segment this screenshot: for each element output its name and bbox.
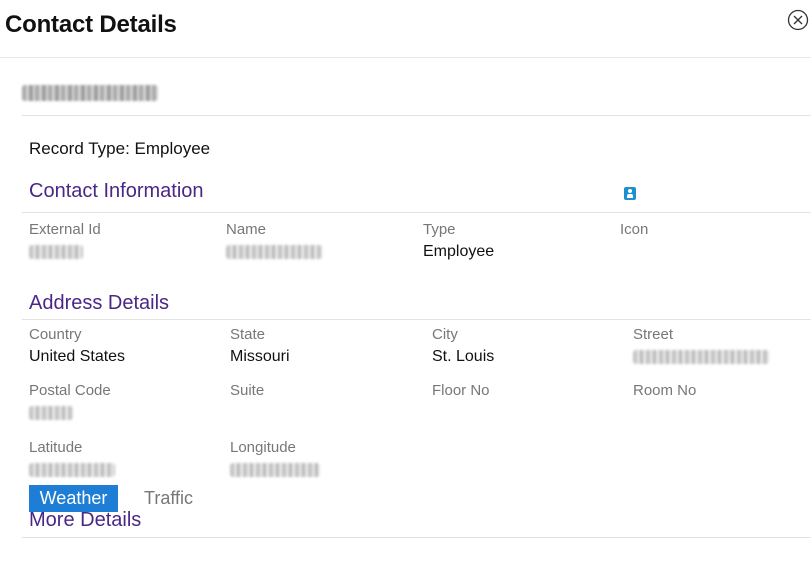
street-value	[633, 350, 769, 369]
type-value: Employee	[423, 243, 495, 260]
tab-weather[interactable]: Weather	[29, 485, 118, 512]
external-id-label: External Id	[29, 221, 101, 238]
latitude-label: Latitude	[29, 439, 83, 456]
state-label: State	[230, 326, 266, 343]
type-label: Type	[423, 221, 456, 238]
longitude-value	[230, 463, 320, 482]
room-no-label: Room No	[633, 382, 697, 399]
suite-label: Suite	[230, 382, 265, 399]
tab-traffic[interactable]: Traffic	[144, 485, 193, 512]
state-value: Missouri	[230, 348, 290, 365]
name-value	[226, 245, 322, 264]
employee-badge-icon	[624, 187, 636, 200]
floor-no-label: Floor No	[432, 382, 490, 399]
divider	[22, 115, 811, 116]
city-label: City	[432, 326, 458, 343]
longitude-label: Longitude	[230, 439, 296, 456]
divider	[22, 319, 811, 320]
country-value: United States	[29, 348, 126, 365]
divider	[22, 537, 811, 538]
latitude-value	[29, 463, 115, 482]
external-id-value	[29, 245, 83, 264]
contact-name	[22, 83, 158, 103]
modal-content: Record Type: Employee Contact Informatio…	[0, 59, 811, 574]
section-title-more-details: More Details	[29, 509, 142, 531]
section-title-contact-information: Contact Information	[29, 180, 204, 202]
postal-code-value	[29, 406, 73, 425]
modal-title: Contact Details	[5, 11, 177, 38]
contact-details-modal: Contact Details Record Type: Employee Co…	[0, 0, 811, 574]
country-label: Country	[29, 326, 82, 343]
icon-label: Icon	[620, 221, 649, 238]
close-button[interactable]	[787, 9, 809, 31]
postal-code-label: Postal Code	[29, 382, 111, 399]
street-label: Street	[633, 326, 674, 343]
divider	[22, 212, 811, 213]
modal-header: Contact Details	[0, 0, 811, 58]
record-type: Record Type: Employee	[29, 139, 211, 158]
name-label: Name	[226, 221, 267, 238]
section-title-address-details: Address Details	[29, 292, 170, 314]
close-circle-icon	[787, 9, 809, 31]
city-value: St. Louis	[432, 348, 495, 365]
